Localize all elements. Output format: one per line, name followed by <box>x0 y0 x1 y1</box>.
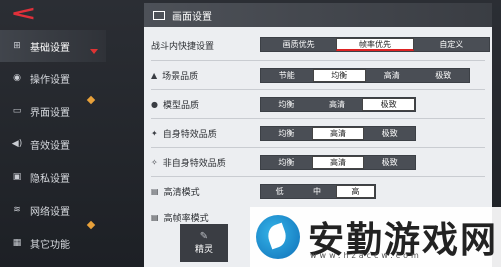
model-quality-row: ● 模型品质 均衡 高清 极致 <box>144 93 492 115</box>
option-hd[interactable]: 高清 <box>311 127 365 140</box>
shortcut-selector[interactable]: 画质优先 帧率优先 自定义 <box>260 37 490 52</box>
option-balanced[interactable]: 均衡 <box>261 156 312 169</box>
other-fx-selector[interactable]: 均衡 高清 极致 <box>260 155 416 170</box>
fps-mode-label: 高帧率模式 <box>163 213 209 224</box>
divider <box>151 89 485 90</box>
fps-icon: ▤ <box>151 212 159 222</box>
sidebar-item-label: 基础设置 <box>30 42 70 54</box>
watermark: 安勤游戏网 www.hzaccw.com <box>250 207 501 267</box>
panel-title: 画面设置 <box>172 11 212 23</box>
shortcut-row: 战斗内快捷设置 画质优先 帧率优先 自定义 <box>144 34 492 56</box>
spirit-icon: ✎ <box>199 231 209 242</box>
spirit-button[interactable]: ✎ 精灵 <box>180 224 228 262</box>
sidebar-item-privacy[interactable]: ▣ 隐私设置 <box>0 161 106 193</box>
sidebar-item-label: 操作设置 <box>30 74 70 86</box>
screen-icon <box>153 10 165 20</box>
option-ultra[interactable]: 极致 <box>362 98 416 111</box>
option-custom[interactable]: 自定义 <box>414 38 489 51</box>
gamepad-icon: ◉ <box>13 73 21 83</box>
watermark-logo-icon <box>256 215 300 259</box>
option-fps-first[interactable]: 帧率优先 <box>336 38 414 51</box>
divider <box>151 60 485 61</box>
hd-mode-selector[interactable]: 低 中 高 <box>260 184 376 199</box>
grid-icon: ▦ <box>12 238 22 248</box>
sidebar-item-label: 网络设置 <box>30 206 70 218</box>
hd-icon: ▤ <box>151 186 159 196</box>
scene-quality-label: 场景品质 <box>162 71 199 82</box>
option-hd[interactable]: 高清 <box>312 98 363 111</box>
divider <box>151 147 485 148</box>
sidebar-item-label: 隐私设置 <box>30 173 70 185</box>
spirit-label: 精灵 <box>194 245 213 255</box>
sidebar-item-other[interactable]: ▦ 其它功能 <box>0 227 106 259</box>
option-eco[interactable]: 节能 <box>261 69 313 82</box>
model-quality-label: 模型品质 <box>162 100 199 111</box>
sidebar-item-label: 其它功能 <box>30 239 70 251</box>
sparkle-icon: ✦ <box>151 128 158 138</box>
wifi-icon: ≋ <box>13 205 21 215</box>
self-fx-selector[interactable]: 均衡 高清 极致 <box>260 126 416 141</box>
option-ultra[interactable]: 极致 <box>418 69 470 82</box>
sidebar: ⊞ 基础设置 ◉ 操作设置 ▭ 界面设置 ◀) 音效设置 ▣ 隐私设置 ≋ 网络… <box>0 26 108 267</box>
panel-header: 画面设置 <box>144 3 492 27</box>
hd-mode-row: ▤ 高清模式 低 中 高 <box>144 180 492 202</box>
sliders-icon: ⊞ <box>13 41 21 51</box>
sidebar-item-label: 音效设置 <box>30 140 70 152</box>
option-ultra[interactable]: 极致 <box>364 127 415 140</box>
model-quality-selector[interactable]: 均衡 高清 极致 <box>260 97 416 112</box>
option-hd[interactable]: 高清 <box>366 69 418 82</box>
chevron-down-icon <box>90 49 98 54</box>
sparkle-icon: ✧ <box>151 157 158 167</box>
shortcut-label: 战斗内快捷设置 <box>151 41 215 52</box>
mountain-icon: ▲ <box>151 70 158 80</box>
screen-icon: ▭ <box>12 106 22 116</box>
option-medium[interactable]: 中 <box>298 185 335 198</box>
self-fx-label: 自身特效品质 <box>162 129 217 140</box>
model-icon: ● <box>151 99 158 109</box>
sidebar-item-audio[interactable]: ◀) 音效设置 <box>0 128 106 160</box>
sidebar-item-basic[interactable]: ⊞ 基础设置 <box>0 30 106 62</box>
option-balanced[interactable]: 均衡 <box>312 69 366 82</box>
option-quality-first[interactable]: 画质优先 <box>261 38 336 51</box>
option-ultra[interactable]: 极致 <box>364 156 415 169</box>
divider <box>151 176 485 177</box>
scene-quality-row: ▲ 场景品质 节能 均衡 高清 极致 <box>144 64 492 86</box>
divider <box>151 118 485 119</box>
back-arrow-icon[interactable]: < <box>10 3 74 23</box>
option-high[interactable]: 高 <box>335 185 375 198</box>
option-balanced[interactable]: 均衡 <box>261 98 312 111</box>
other-fx-label: 非自身特效品质 <box>162 158 226 169</box>
sidebar-item-label: 界面设置 <box>30 107 70 119</box>
sidebar-item-controls[interactable]: ◉ 操作设置 <box>0 62 106 94</box>
lock-icon: ▣ <box>12 172 22 182</box>
option-balanced[interactable]: 均衡 <box>261 127 312 140</box>
speaker-icon: ◀) <box>11 139 23 149</box>
hd-mode-label: 高清模式 <box>163 187 200 198</box>
watermark-url: www.hzaccw.com <box>310 251 422 260</box>
option-hd[interactable]: 高清 <box>311 156 365 169</box>
other-fx-row: ✧ 非自身特效品质 均衡 高清 极致 <box>144 151 492 173</box>
self-fx-row: ✦ 自身特效品质 均衡 高清 极致 <box>144 122 492 144</box>
scene-quality-selector[interactable]: 节能 均衡 高清 极致 <box>260 68 470 83</box>
option-low[interactable]: 低 <box>261 185 298 198</box>
